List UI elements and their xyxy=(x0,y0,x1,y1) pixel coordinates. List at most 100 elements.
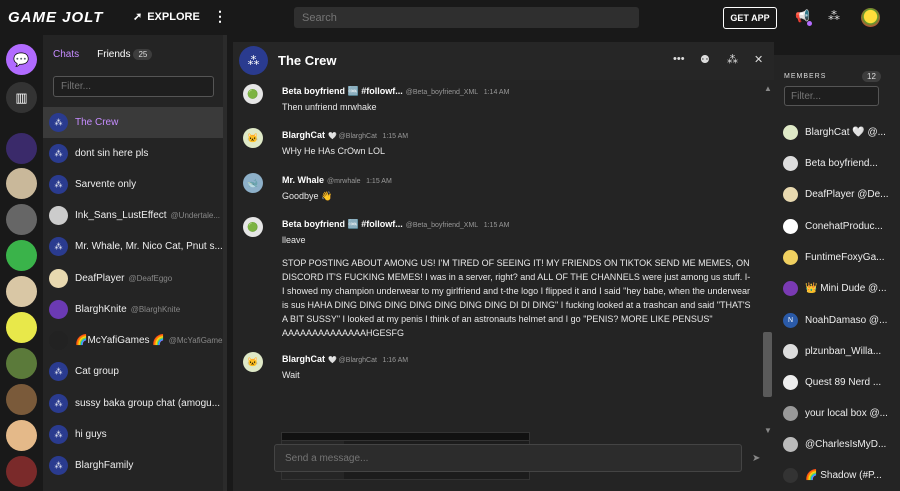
library-rail-icon[interactable]: ▥ xyxy=(6,82,37,113)
chat-list-panel: Chats Friends25 ⁂ The Crew ⁂ dont sin here… xyxy=(43,35,227,491)
message-text: lleave xyxy=(282,235,306,245)
user-avatar xyxy=(783,124,798,140)
chat-item[interactable]: BlarghKnite @BlarghKnite xyxy=(43,294,223,325)
community-avatar[interactable] xyxy=(6,204,37,235)
user-avatar xyxy=(783,218,798,234)
user-avatar: N xyxy=(783,312,798,328)
community-avatar[interactable] xyxy=(6,384,37,415)
community-avatar[interactable] xyxy=(6,420,37,451)
user-avatar xyxy=(783,155,798,171)
close-icon[interactable]: ✕ xyxy=(754,53,763,66)
author-name[interactable]: Mr. Whale xyxy=(282,175,324,185)
message-header: BlarghCat 🤍 @BlarghCat 1:16 AM xyxy=(282,354,408,364)
member-name: ConehatProduc... xyxy=(805,220,883,232)
member-item[interactable]: @CharlesIsMyD... xyxy=(783,432,900,456)
chat-item[interactable]: ⁂ sussy baka group chat (amogu... xyxy=(43,388,223,419)
user-avatar[interactable]: 🟢 xyxy=(243,217,263,237)
author-handle: 🤍 @BlarghCat xyxy=(328,133,377,140)
member-name: your local box @... xyxy=(805,407,888,419)
more-menu-icon[interactable]: ⋮ xyxy=(213,8,227,25)
explore-label: EXPLORE xyxy=(147,10,200,23)
author-name[interactable]: Beta boyfriend 🆒 #followf... xyxy=(282,86,403,96)
community-avatar[interactable] xyxy=(6,276,37,307)
member-item[interactable]: 🌈 Shadow (#P... xyxy=(783,463,900,487)
chat-item[interactable]: ⁂ Mr. Whale, Mr. Nico Cat, Pnut s... xyxy=(43,231,223,262)
chat-item-the-crew[interactable]: ⁂ The Crew xyxy=(43,107,223,138)
chat-item[interactable]: DeafPlayer @DeafEggo xyxy=(43,263,223,294)
scroll-up-icon[interactable]: ▲ xyxy=(764,84,772,93)
members-icon[interactable]: ⁂ xyxy=(727,53,738,66)
author-name[interactable]: BlarghCat xyxy=(282,354,325,364)
chat-rail-icon[interactable]: 💬 xyxy=(6,44,37,75)
group-icon: ⁂ xyxy=(49,144,68,163)
groups-icon[interactable]: ⁂ xyxy=(828,9,840,23)
author-name[interactable]: Beta boyfriend 🆒 #followf... xyxy=(282,219,403,229)
community-avatar[interactable] xyxy=(6,133,37,164)
compass-icon: ➚ xyxy=(133,11,143,23)
room-header: ⁂ The Crew ••• ⚉ ⁂ ✕ xyxy=(233,42,774,80)
message-text: Goodbye 👋 xyxy=(282,191,333,201)
chat-name: BlarghFamily xyxy=(75,460,134,471)
member-item[interactable]: plzunban_Willa... xyxy=(783,339,900,363)
chat-item[interactable]: ⁂ dont sin here pls xyxy=(43,138,223,169)
chat-item[interactable]: ⁂ Cat group xyxy=(43,356,223,387)
community-avatar[interactable] xyxy=(6,240,37,271)
chat-item[interactable]: Ink_Sans_LustEffect @Undertale... xyxy=(43,200,223,231)
group-icon: ⁂ xyxy=(49,456,68,475)
chat-handle: @BlarghKnite xyxy=(130,305,181,314)
members-title: MEMBERS xyxy=(784,73,827,80)
send-icon[interactable]: ➤ xyxy=(752,453,760,464)
chat-name: Cat group xyxy=(75,366,119,377)
member-item[interactable]: N NoahDamaso @... xyxy=(783,308,900,332)
member-item[interactable]: ConehatProduc... xyxy=(783,214,900,238)
scroll-down-icon[interactable]: ▼ xyxy=(764,426,772,435)
add-member-icon[interactable]: ⚉ xyxy=(700,53,710,66)
user-avatar[interactable]: 🟢 xyxy=(243,84,263,104)
group-icon: ⁂ xyxy=(49,175,68,194)
member-item[interactable]: your local box @... xyxy=(783,401,900,425)
community-avatar[interactable] xyxy=(6,168,37,199)
user-avatar[interactable]: 🐋 xyxy=(243,173,263,193)
tab-chats[interactable]: Chats xyxy=(53,49,79,60)
chat-item[interactable]: ⁂ hi guys xyxy=(43,419,223,450)
user-avatar[interactable]: 🐱 xyxy=(243,352,263,372)
search-input[interactable] xyxy=(294,7,639,28)
chat-name: hi guys xyxy=(75,429,107,440)
member-item[interactable]: DeafPlayer @De... xyxy=(783,182,900,206)
author-handle: @Beta_boyfriend_XML xyxy=(405,222,479,229)
user-avatar[interactable] xyxy=(861,8,880,27)
member-item[interactable]: BlarghCat 🤍 @... xyxy=(783,120,900,144)
chat-filter-input[interactable] xyxy=(53,76,214,97)
user-avatar xyxy=(783,436,798,452)
member-item[interactable]: Beta boyfriend... xyxy=(783,151,900,175)
group-icon: ⁂ xyxy=(49,425,68,444)
user-avatar xyxy=(783,280,798,296)
chat-list-scrollbar[interactable] xyxy=(223,35,227,491)
message-text: Then unfriend mrwhake xyxy=(282,102,377,112)
tab-friends[interactable]: Friends 25 xyxy=(97,49,153,60)
members-filter-input[interactable] xyxy=(784,86,879,106)
community-avatar[interactable] xyxy=(6,456,37,487)
member-item[interactable]: FuntimeFoxyGa... xyxy=(783,245,900,269)
member-item[interactable]: 👑 Mini Dude @... xyxy=(783,276,900,300)
chat-name: The Crew xyxy=(75,117,119,128)
group-icon: ⁂ xyxy=(49,113,68,132)
messages-scrollbar[interactable] xyxy=(763,332,772,397)
user-avatar xyxy=(783,249,798,265)
more-options-icon[interactable]: ••• xyxy=(673,53,685,65)
user-avatar[interactable]: 🐱 xyxy=(243,128,263,148)
explore-button[interactable]: ➚ EXPLORE xyxy=(133,10,200,24)
message-header: Mr. Whale @mrwhale 1:15 AM xyxy=(282,175,392,185)
game-jolt-logo[interactable]: GAME JOLT xyxy=(8,9,103,26)
tab-friends-label: Friends xyxy=(97,49,131,60)
chat-item[interactable]: ⁂ BlarghFamily xyxy=(43,450,223,481)
community-avatar[interactable] xyxy=(6,312,37,343)
author-name[interactable]: BlarghCat xyxy=(282,130,325,140)
community-avatar[interactable] xyxy=(6,348,37,379)
get-app-button[interactable]: GET APP xyxy=(723,7,777,29)
member-name: BlarghCat 🤍 @... xyxy=(805,126,886,138)
member-item[interactable]: Quest 89 Nerd ... xyxy=(783,370,900,394)
message-input[interactable] xyxy=(274,444,742,472)
chat-item[interactable]: ⁂ Sarvente only xyxy=(43,169,223,200)
chat-item[interactable]: 🌈McYafiGames 🌈 @McYafiGames xyxy=(43,325,223,356)
